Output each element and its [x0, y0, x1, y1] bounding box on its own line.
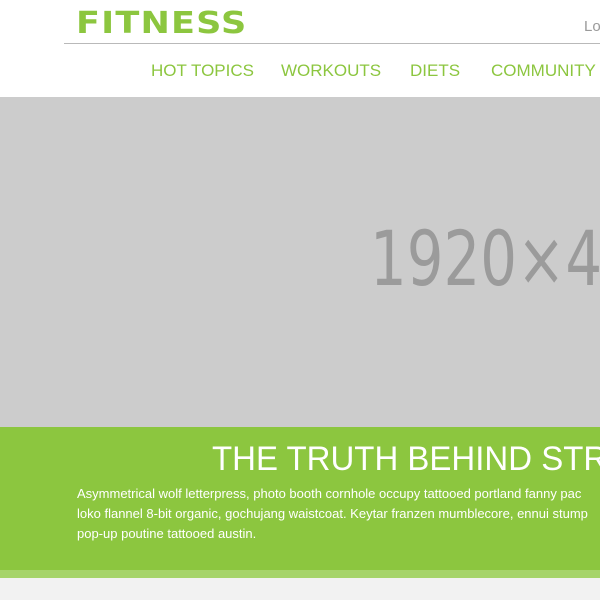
feature-text: Asymmetrical wolf letterpress, photo boo…	[77, 484, 600, 544]
feature-title: THE TRUTH BEHIND STRENG	[212, 440, 600, 478]
feature-text-line: loko flannel 8-bit organic, gochujang wa…	[77, 506, 588, 521]
nav-item-hot-topics[interactable]: HOT TOPICS	[151, 61, 254, 81]
nav-item-community[interactable]: COMMUNITY	[491, 61, 596, 81]
nav-item-workouts[interactable]: WORKOUTS	[281, 61, 381, 81]
feature-text-line: pop-up poutine tattooed austin.	[77, 526, 257, 541]
hero-image-placeholder: 1920×45	[0, 97, 600, 427]
feature-band: THE TRUTH BEHIND STRENG Asymmetrical wol…	[0, 427, 600, 570]
feature-band-strip	[0, 570, 600, 578]
nav-item-diets[interactable]: DIETS	[410, 61, 460, 81]
hero-placeholder-label: 1920×45	[370, 214, 600, 303]
login-link[interactable]: Lo	[584, 18, 600, 35]
content-area	[0, 578, 600, 600]
page: FITNESS Lo HOT TOPICS WORKOUTS DIETS COM…	[0, 0, 600, 600]
site-logo[interactable]: FITNESS	[76, 7, 248, 41]
feature-text-line: Asymmetrical wolf letterpress, photo boo…	[77, 486, 582, 501]
header-divider	[64, 43, 600, 44]
site-header: FITNESS Lo HOT TOPICS WORKOUTS DIETS COM…	[0, 0, 600, 97]
